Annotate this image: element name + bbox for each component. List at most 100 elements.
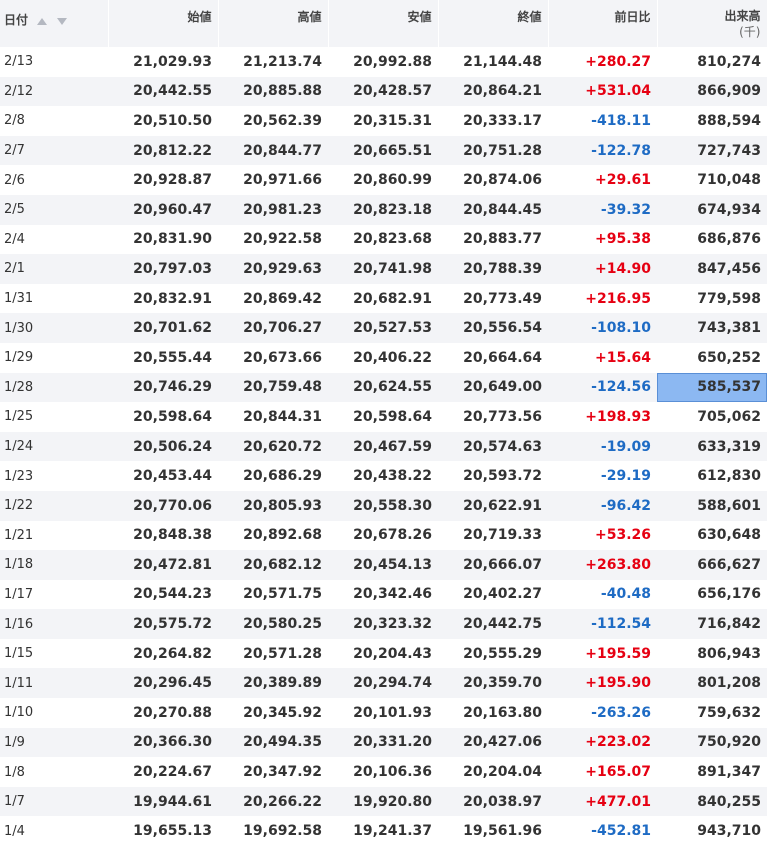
open-cell: 20,544.23 [108,579,218,610]
high-cell: 20,266.22 [218,786,328,817]
table-row[interactable]: 2/6 20,928.87 20,971.66 20,860.99 20,874.06 +… [0,165,767,195]
date-cell: 1/30 [0,313,108,343]
high-cell: 20,759.48 [218,372,328,403]
table-row[interactable]: 1/25 20,598.64 20,844.31 20,598.64 20,773.56… [0,402,767,432]
table-row[interactable]: 1/22 20,770.06 20,805.93 20,558.30 20,622.91… [0,490,767,521]
low-cell: 20,454.13 [328,550,438,580]
change-cell: -452.81 [548,816,657,847]
open-cell: 20,224.67 [108,757,218,787]
column-header-date-label: 日付 [4,13,29,27]
low-cell: 20,294.74 [328,668,438,699]
table-row[interactable]: 2/5 20,960.47 20,981.23 20,823.18 20,844.45-… [0,194,767,225]
open-cell: 20,366.30 [108,727,218,758]
table-row[interactable]: 2/12 20,442.55 20,885.88 20,428.57 20,864.21… [0,76,767,107]
table-row[interactable]: 1/23 20,453.44 20,686.29 20,438.22 20,593.72… [0,461,767,491]
volume-cell: 656,176 [657,579,767,610]
column-header-high: 高値 [218,0,329,47]
high-cell: 20,562.39 [218,106,328,136]
date-cell: 2/12 [0,76,108,107]
date-cell: 1/11 [0,668,108,699]
high-cell: 20,345.92 [218,698,328,728]
low-cell: 20,101.93 [328,698,438,728]
close-cell: 20,402.27 [438,579,548,610]
open-cell: 20,701.62 [108,313,218,343]
change-cell: -39.32 [548,194,657,225]
table-row[interactable]: 1/29 20,555.44 20,673.66 20,406.22 20,664.64… [0,342,767,373]
volume-cell: 666,627 [657,550,767,580]
table-row[interactable]: 1/17 20,544.23 20,571.75 20,342.46 20,402.27… [0,579,767,610]
volume-cell: 588,601 [657,490,767,521]
column-header-date[interactable]: 日付 [0,0,109,47]
table-row[interactable]: 2/1 20,797.03 20,929.63 20,741.98 20,788.39 +… [0,254,767,284]
date-cell: 1/10 [0,698,108,728]
high-cell: 20,892.68 [218,520,328,551]
table-row[interactable]: 1/4 19,655.13 19,692.58 19,241.37 19,561.96-… [0,816,767,847]
table-row[interactable]: 1/18 20,472.81 20,682.12 20,454.13 20,666.07… [0,550,767,580]
table-row[interactable]: 1/28 20,746.29 20,759.48 20,624.55 20,649.00… [0,372,767,403]
table-row[interactable]: 1/15 20,264.82 20,571.28 20,204.43 20,555.29… [0,638,767,669]
date-cell: 1/15 [0,638,108,669]
open-cell: 20,453.44 [108,461,218,491]
close-cell: 20,649.00 [438,372,548,403]
volume-cell: 806,943 [657,638,767,669]
table-row[interactable]: 1/7 19,944.61 20,266.22 19,920.80 20,038.97 +… [0,786,767,817]
sort-control[interactable] [35,14,68,28]
high-cell: 20,580.25 [218,609,328,639]
open-cell: 20,848.38 [108,520,218,551]
volume-cell: 716,842 [657,609,767,639]
table-row[interactable]: 2/8 20,510.50 20,562.39 20,315.31 20,333.17-… [0,106,767,136]
low-cell: 20,204.43 [328,638,438,669]
volume-cell: 866,909 [657,76,767,107]
volume-cell: 943,710 [657,816,767,847]
table-row[interactable]: 2/4 20,831.90 20,922.58 20,823.68 20,883.77 +… [0,224,767,255]
open-cell: 20,506.24 [108,431,218,462]
volume-cell[interactable]: 585,537 [657,372,767,403]
date-cell: 1/17 [0,579,108,610]
close-cell: 20,204.04 [438,757,548,787]
table-row[interactable]: 1/30 20,701.62 20,706.27 20,527.53 20,556.54… [0,313,767,343]
close-cell: 20,427.06 [438,727,548,758]
sort-ascending-icon[interactable] [37,17,48,25]
table-row[interactable]: 1/21 20,848.38 20,892.68 20,678.26 20,719.33… [0,520,767,551]
low-cell: 19,241.37 [328,816,438,847]
change-cell: +95.38 [548,224,657,255]
date-cell: 1/31 [0,283,108,314]
table-row[interactable]: 1/24 20,506.24 20,620.72 20,467.59 20,574.63… [0,431,767,462]
high-cell: 20,706.27 [218,313,328,343]
close-cell: 20,788.39 [438,254,548,284]
volume-cell: 847,456 [657,254,767,284]
change-cell: +263.80 [548,550,657,580]
low-cell: 20,315.31 [328,106,438,136]
open-cell: 20,296.45 [108,668,218,699]
table-row[interactable]: 1/11 20,296.45 20,389.89 20,294.74 20,359.70… [0,668,767,699]
low-cell: 20,558.30 [328,490,438,521]
change-cell: +223.02 [548,727,657,758]
open-cell: 20,797.03 [108,254,218,284]
high-cell: 20,869.42 [218,283,328,314]
table-row[interactable]: 1/16 20,575.72 20,580.25 20,323.32 20,442.75… [0,609,767,639]
date-cell: 2/5 [0,194,108,225]
table-row[interactable]: 1/10 20,270.88 20,345.92 20,101.93 20,163.80… [0,698,767,728]
table-row[interactable]: 1/8 20,224.67 20,347.92 20,106.36 20,204.04 +… [0,757,767,787]
date-cell: 1/16 [0,609,108,639]
change-cell: -19.09 [548,431,657,462]
volume-cell: 759,632 [657,698,767,728]
change-cell: +165.07 [548,757,657,787]
open-cell: 20,746.29 [108,372,218,403]
change-cell: -418.11 [548,106,657,136]
close-cell: 20,864.21 [438,76,548,107]
table-row[interactable]: 1/9 20,366.30 20,494.35 20,331.20 20,427.06 +… [0,727,767,758]
open-cell: 20,510.50 [108,106,218,136]
date-cell: 2/1 [0,254,108,284]
high-cell: 20,347.92 [218,757,328,787]
change-cell: +29.61 [548,165,657,195]
table-row[interactable]: 2/13 21,029.93 21,213.74 20,992.88 21,144.48… [0,47,767,77]
open-cell: 19,944.61 [108,786,218,817]
table-row[interactable]: 2/7 20,812.22 20,844.77 20,665.51 20,751.28-… [0,135,767,166]
close-cell: 20,719.33 [438,520,548,551]
change-cell: +14.90 [548,254,657,284]
table-row[interactable]: 1/31 20,832.91 20,869.42 20,682.91 20,773.49… [0,283,767,314]
high-cell: 20,844.31 [218,402,328,432]
sort-descending-icon[interactable] [57,17,68,25]
date-cell: 1/23 [0,461,108,491]
